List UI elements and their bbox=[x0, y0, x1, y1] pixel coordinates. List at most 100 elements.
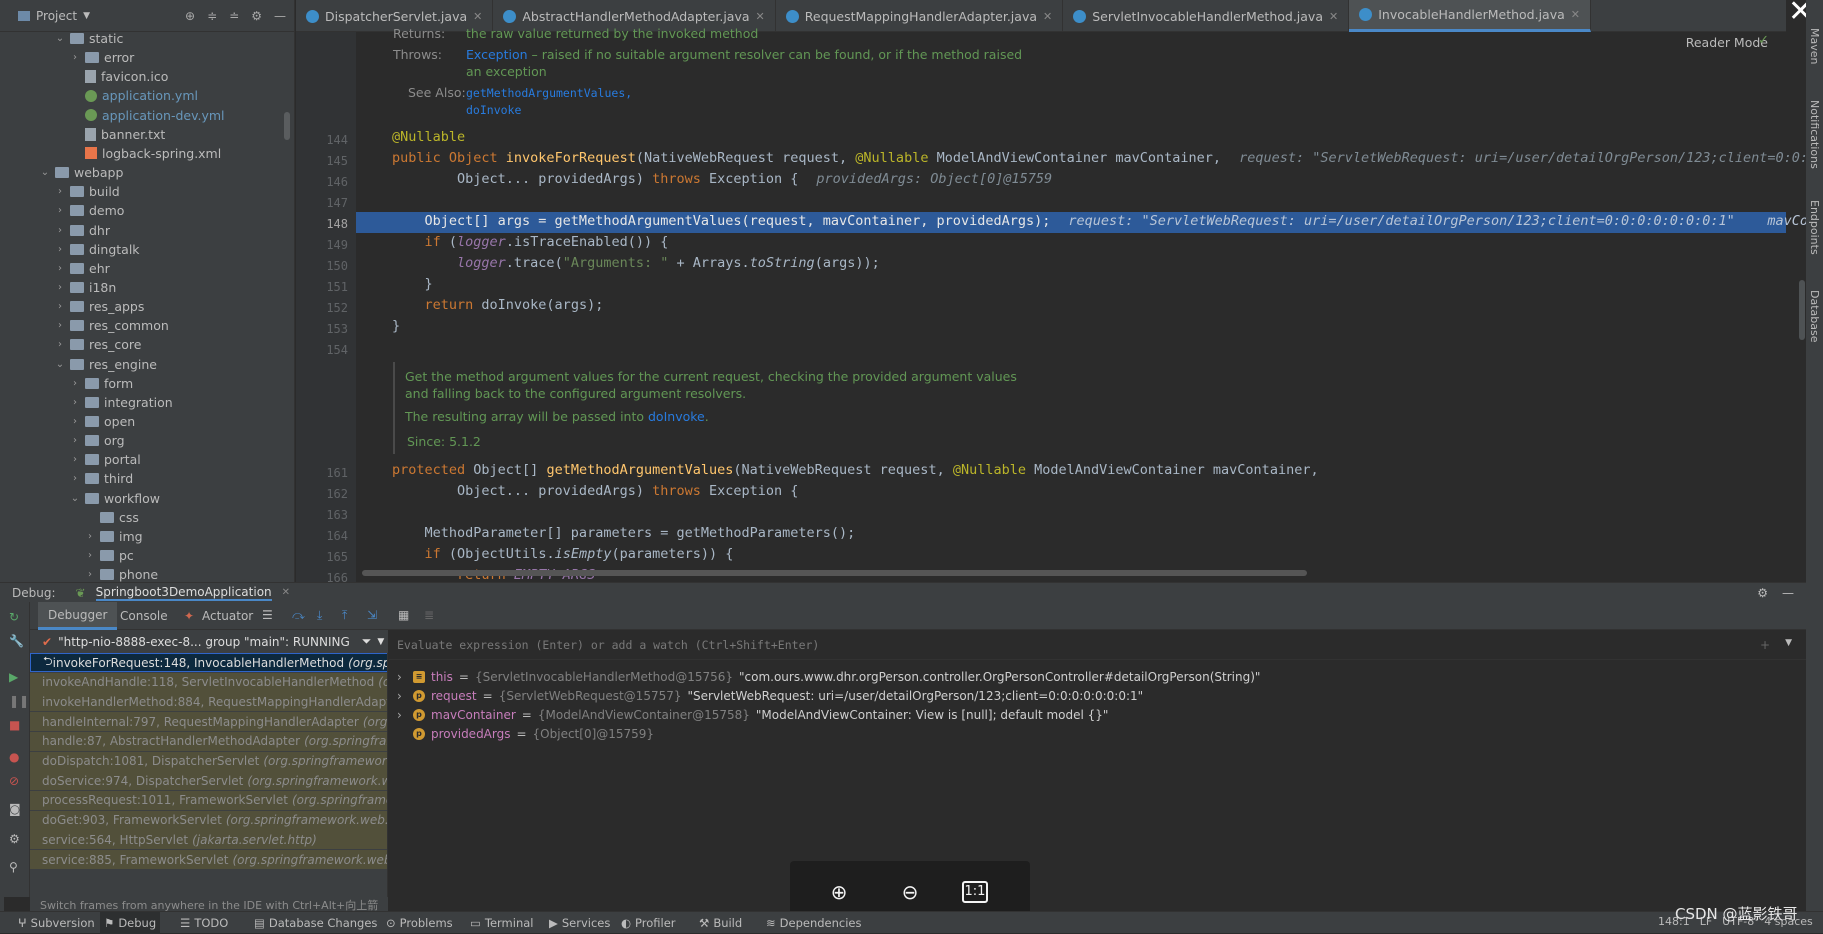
resume-icon[interactable]: ▶ bbox=[9, 670, 21, 684]
debug-config-tab[interactable]: Springboot3DemoApplication bbox=[95, 585, 272, 601]
line-number[interactable]: 150 bbox=[296, 259, 348, 273]
tree-item[interactable]: › org bbox=[70, 431, 125, 450]
editor-tab[interactable]: ServletInvocableHandlerMethod.java ✕ bbox=[1063, 0, 1350, 32]
tree-item[interactable]: ⌄ webapp bbox=[40, 163, 124, 182]
rerun-icon[interactable]: ↻ bbox=[9, 610, 21, 624]
chevron-down-icon[interactable]: ⌄ bbox=[40, 167, 50, 178]
tool-window-dependencies[interactable]: ≋ Dependencies bbox=[762, 912, 865, 934]
tab-console[interactable]: Console bbox=[120, 602, 168, 630]
chevron-right-icon[interactable]: › bbox=[70, 435, 80, 446]
step-over-icon[interactable]: ⤼ bbox=[292, 608, 305, 623]
line-number[interactable]: 147 bbox=[296, 196, 348, 210]
debug-minimize-icon[interactable]: — bbox=[1782, 586, 1794, 600]
line-number[interactable]: 149 bbox=[296, 238, 348, 252]
tool-window-debug[interactable]: ⚑ Debug bbox=[100, 912, 161, 934]
line-number[interactable]: 154 bbox=[296, 343, 348, 357]
chevron-right-icon[interactable]: › bbox=[70, 454, 80, 465]
line-number[interactable]: 152 bbox=[296, 301, 348, 315]
tool-window-todo[interactable]: ☰ TODO bbox=[176, 912, 232, 934]
variable-row[interactable]: p providedArgs = {Object[0]@15759} bbox=[397, 724, 660, 743]
variable-row[interactable]: › ≡ this = {ServletInvocableHandlerMethod@15… bbox=[397, 667, 1260, 686]
chevron-right-icon[interactable]: › bbox=[55, 301, 65, 312]
chevron-right-icon[interactable]: › bbox=[70, 378, 80, 389]
tree-scrollbar[interactable] bbox=[284, 112, 290, 140]
chevron-down-icon[interactable]: ⌄ bbox=[70, 493, 80, 504]
tree-item[interactable]: › res_common bbox=[55, 316, 169, 335]
tab-close-icon[interactable]: ✕ bbox=[756, 10, 765, 23]
line-number[interactable]: 146 bbox=[296, 175, 348, 189]
chevron-down-icon[interactable]: ▼ bbox=[377, 637, 384, 647]
evaluate-icon[interactable]: ▦ bbox=[398, 608, 409, 622]
chevron-right-icon[interactable]: › bbox=[55, 339, 65, 350]
editor-horizontal-scrollbar[interactable] bbox=[362, 570, 1307, 576]
chevron-right-icon[interactable]: › bbox=[55, 225, 65, 236]
pause-icon[interactable]: ❚❚ bbox=[9, 694, 29, 708]
reader-mode-toggle[interactable]: Reader Mode bbox=[1686, 35, 1768, 50]
run-to-cursor-icon[interactable]: ⇲ bbox=[367, 608, 377, 622]
chevron-right-icon[interactable]: › bbox=[85, 531, 95, 542]
stack-frame[interactable]: doService:974, DispatcherServlet (org.spr… bbox=[30, 771, 387, 791]
tree-item[interactable]: › open bbox=[70, 412, 135, 431]
chevron-right-icon[interactable]: › bbox=[55, 186, 65, 197]
tree-item[interactable]: › third bbox=[70, 469, 133, 488]
tree-item[interactable]: › form bbox=[70, 374, 133, 393]
view-breakpoints-icon[interactable]: ● bbox=[9, 750, 21, 764]
chevron-right-icon[interactable]: › bbox=[55, 320, 65, 331]
tree-item[interactable]: logback-spring.xml bbox=[70, 144, 221, 163]
trace-icon[interactable]: ≣ bbox=[424, 608, 434, 622]
line-number[interactable]: 162 bbox=[296, 487, 348, 501]
debug-tab-close-icon[interactable]: ✕ bbox=[282, 587, 290, 598]
pin-icon[interactable]: ⚲ bbox=[9, 860, 21, 874]
chevron-right-icon[interactable]: › bbox=[397, 708, 407, 722]
tab-close-icon[interactable]: ✕ bbox=[1571, 8, 1580, 21]
chevron-down-icon[interactable]: ▼ bbox=[83, 11, 90, 21]
tree-item[interactable]: ⌄ workflow bbox=[70, 489, 160, 508]
stack-frame[interactable]: processRequest:1011, FrameworkServlet (or… bbox=[30, 790, 387, 810]
tree-item[interactable]: › portal bbox=[70, 450, 141, 469]
variable-row[interactable]: › p request = {ServletWebRequest@15757} "Serv… bbox=[397, 686, 1143, 705]
tool-window-build[interactable]: ⚒ Build bbox=[695, 912, 746, 934]
chevron-right-icon[interactable]: › bbox=[55, 263, 65, 274]
line-number[interactable]: 165 bbox=[296, 550, 348, 564]
tree-item[interactable]: › res_core bbox=[55, 335, 141, 354]
maven-tool[interactable]: Maven bbox=[1808, 28, 1821, 64]
tree-item[interactable]: › res_apps bbox=[55, 297, 144, 316]
tool-window-problems[interactable]: ⊙ Problems bbox=[382, 912, 457, 934]
doc-see-link-1[interactable]: getMethodArgumentValues, bbox=[466, 86, 632, 100]
endpoints-tool[interactable]: Endpoints bbox=[1808, 200, 1821, 255]
chevron-right-icon[interactable]: › bbox=[70, 397, 80, 408]
stack-frame[interactable]: doGet:903, FrameworkServlet (org.springfr… bbox=[30, 810, 387, 830]
database-tool[interactable]: Database bbox=[1808, 290, 1821, 343]
doc2-doinvoke-link[interactable]: doInvoke bbox=[648, 409, 705, 424]
thread-selector[interactable]: ✔ "http-nio-8888-exec-8... group "main":… bbox=[30, 630, 388, 653]
chevron-right-icon[interactable]: › bbox=[55, 282, 65, 293]
tool-window-subversion[interactable]: ⵖ Subversion bbox=[14, 912, 99, 934]
stack-frame[interactable]: invokeHandlerMethod:884, RequestMappingH… bbox=[30, 692, 387, 712]
mute-breakpoints-icon[interactable]: ⊘ bbox=[9, 774, 21, 788]
layout-icon[interactable]: ☰ bbox=[262, 608, 273, 622]
step-into-icon[interactable]: ⤓ bbox=[317, 608, 322, 623]
tree-item[interactable]: css bbox=[85, 508, 139, 527]
variable-row[interactable]: › p mavContainer = {ModelAndViewContainer@15… bbox=[397, 705, 1108, 724]
tab-debugger[interactable]: Debugger bbox=[38, 602, 118, 630]
project-title[interactable]: Project bbox=[36, 9, 77, 23]
tool-window-profiler[interactable]: ◐ Profiler bbox=[617, 912, 680, 934]
tool-window-terminal[interactable]: ▭ Terminal bbox=[466, 912, 537, 934]
doc-exception-link[interactable]: Exception bbox=[466, 47, 528, 62]
line-number[interactable]: 161 bbox=[296, 466, 348, 480]
gear-icon[interactable]: ⚙ bbox=[251, 9, 262, 23]
tree-item[interactable]: › ehr bbox=[55, 259, 110, 278]
chevron-down-icon[interactable]: ⌄ bbox=[55, 33, 65, 44]
stop-icon[interactable]: ■ bbox=[9, 718, 21, 732]
tree-item[interactable]: banner.txt bbox=[70, 125, 165, 144]
zoom-in-icon[interactable]: ⊕ bbox=[825, 878, 853, 906]
editor-vertical-scrollbar[interactable] bbox=[1799, 280, 1805, 340]
settings-icon[interactable]: ⚙ bbox=[9, 832, 21, 846]
tab-close-icon[interactable]: ✕ bbox=[1329, 10, 1338, 23]
tree-item[interactable]: › pc bbox=[85, 546, 134, 565]
tab-close-icon[interactable]: ✕ bbox=[1043, 10, 1052, 23]
zoom-reset-button[interactable]: 1:1 bbox=[962, 881, 988, 903]
editor-tab[interactable]: RequestMappingHandlerAdapter.java ✕ bbox=[776, 0, 1064, 32]
chevron-right-icon[interactable]: › bbox=[85, 569, 95, 580]
stack-frame[interactable]: handleInternal:797, RequestMappingHandle… bbox=[30, 712, 387, 732]
